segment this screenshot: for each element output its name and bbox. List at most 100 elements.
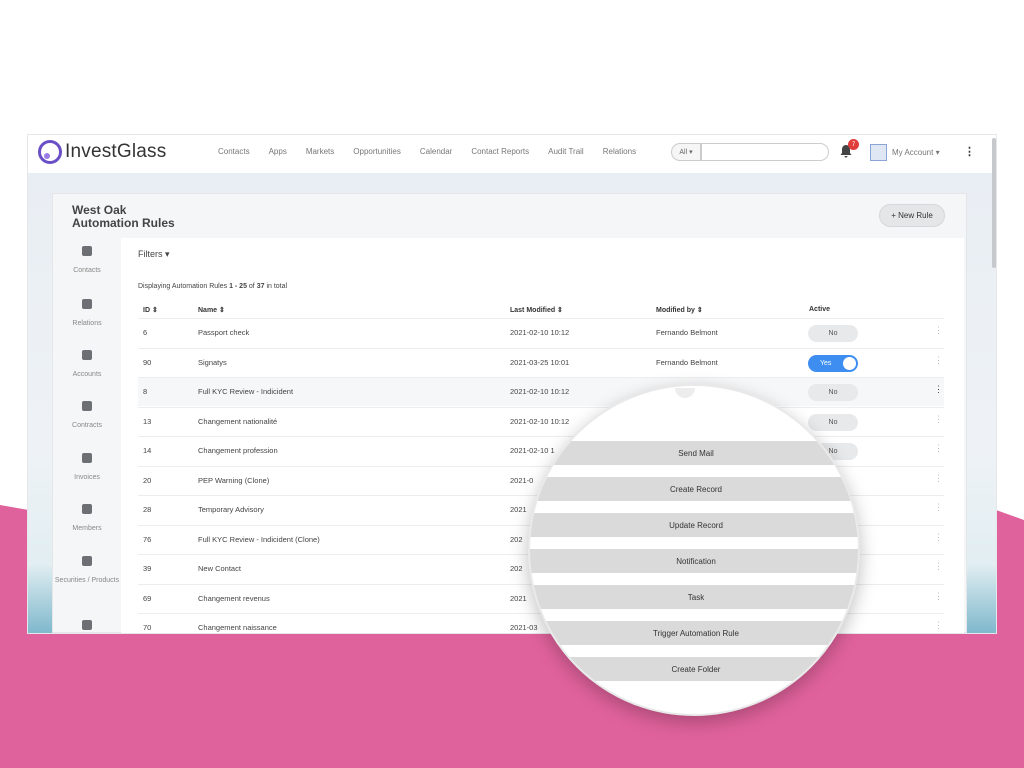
- sidebar-item-accounts[interactable]: Accounts: [53, 350, 121, 381]
- section-title: Automation Rules: [72, 216, 175, 230]
- sidebar-item-relations[interactable]: Relations: [53, 299, 121, 330]
- cell-name: PEP Warning (Clone): [198, 475, 270, 485]
- row-menu-icon[interactable]: ⋮: [934, 561, 943, 572]
- more-menu-icon[interactable]: ⋮: [964, 145, 975, 158]
- cell-modified-by: Fernando Belmont: [656, 357, 718, 367]
- sidebar-item-securities[interactable]: Securities / Products: [53, 556, 121, 587]
- sidebar-item-label: Accounts: [72, 371, 102, 378]
- row-menu-icon[interactable]: ⋮: [934, 532, 943, 543]
- cell-name: New Contact: [198, 564, 241, 573]
- summary-total: 37: [256, 283, 265, 290]
- cell-id: 8: [143, 387, 148, 396]
- row-menu-icon[interactable]: ⋮: [934, 414, 943, 425]
- table-row[interactable]: 90 Signatys 2021-03-25 10:01 Fernando Belmo…: [138, 347, 944, 377]
- active-toggle[interactable]: No: [808, 325, 858, 342]
- menu-item-create-record[interactable]: Create Record: [530, 477, 858, 501]
- menu-item-trigger-automation-rule[interactable]: Trigger Automation Rule: [530, 621, 858, 645]
- pagination-summary: Displaying Automation Rules 1 - 25 of 37…: [138, 283, 287, 290]
- menu-item-create-folder[interactable]: Create Folder: [530, 657, 858, 681]
- cell-last-modified: 2021: [510, 593, 527, 603]
- notification-badge: 7: [848, 139, 859, 150]
- avatar[interactable]: [870, 144, 887, 161]
- active-toggle[interactable]: No: [808, 384, 858, 401]
- my-account-menu[interactable]: My Account ▾: [892, 148, 940, 157]
- nav-relations[interactable]: Relations: [603, 147, 636, 156]
- search-scope-dropdown[interactable]: All ▾: [671, 143, 701, 161]
- row-menu-icon[interactable]: ⋮: [934, 502, 943, 513]
- document-icon: [82, 620, 92, 630]
- relations-icon: [82, 299, 92, 309]
- members-icon: [82, 504, 92, 514]
- securities-icon: [82, 556, 92, 566]
- column-header-modified-by[interactable]: Modified by ⇕: [656, 306, 703, 314]
- cell-id: 14: [143, 446, 152, 455]
- logo-icon: [38, 140, 62, 164]
- menu-item-notification[interactable]: Notification: [530, 549, 858, 573]
- summary-suffix: in total: [264, 283, 288, 290]
- menu-item-send-mail[interactable]: Send Mail: [530, 441, 858, 465]
- summary-prefix: Displaying Automation Rules: [138, 283, 230, 290]
- nav-contacts[interactable]: Contacts: [218, 147, 250, 156]
- summary-of: of: [246, 283, 257, 290]
- active-toggle[interactable]: No: [808, 413, 858, 431]
- sidebar-item-contacts[interactable]: Contacts: [53, 246, 121, 277]
- cell-id: 6: [143, 328, 148, 337]
- sidebar-item-label: Contacts: [73, 267, 101, 274]
- cell-name: Full KYC Review - Indicident (Clone): [198, 534, 320, 544]
- nav-audit-trail[interactable]: Audit Trail: [548, 147, 584, 156]
- users-icon: [82, 246, 92, 256]
- cell-last-modified: 2021-03-25 10:01: [510, 357, 570, 367]
- row-menu-icon[interactable]: ⋮: [934, 620, 943, 631]
- investglass-logo[interactable]: InvestGlass: [38, 140, 166, 164]
- menu-item-update-record[interactable]: Update Record: [530, 513, 858, 537]
- nav-calendar[interactable]: Calendar: [420, 147, 452, 156]
- sidebar-item-invoices[interactable]: Invoices: [53, 453, 121, 484]
- brand-name: InvestGlass: [65, 141, 167, 162]
- row-menu-icon[interactable]: ⋮: [934, 325, 943, 336]
- sidebar-item-label: Members: [72, 525, 102, 532]
- action-menu-magnifier: Send Mail Create Record Update Record No…: [528, 384, 860, 716]
- contracts-icon: [82, 401, 92, 411]
- sidebar-item-members[interactable]: Members: [53, 504, 121, 535]
- row-menu-icon[interactable]: ⋮: [934, 591, 943, 602]
- cell-last-modified: 202: [510, 564, 523, 573]
- nav-markets[interactable]: Markets: [306, 147, 334, 156]
- cell-name: Changement naissance: [198, 623, 277, 632]
- row-menu-icon[interactable]: ⋮: [934, 443, 943, 454]
- nav-opportunities[interactable]: Opportunities: [353, 147, 401, 156]
- cell-id: 69: [143, 593, 152, 603]
- cell-last-modified: 202: [510, 534, 523, 544]
- page-scrollbar[interactable]: [992, 138, 996, 268]
- summary-range: 1 - 25: [229, 283, 247, 290]
- active-toggle[interactable]: Yes: [808, 354, 858, 372]
- page-title: West Oak Automation Rules: [72, 204, 175, 230]
- cell-id: 70: [143, 623, 152, 632]
- table-row[interactable]: 13 Changement nationalité 2021-02-10 10:12…: [138, 406, 944, 436]
- cell-name: Changement revenus: [198, 593, 270, 603]
- row-menu-icon[interactable]: ⋮: [934, 384, 943, 395]
- filters-dropdown[interactable]: Filters ▾: [138, 249, 170, 260]
- row-menu-icon[interactable]: ⋮: [934, 473, 943, 484]
- sidebar-item-label: Contracts: [72, 422, 102, 429]
- search-input[interactable]: [701, 143, 829, 161]
- nav-apps[interactable]: Apps: [269, 147, 287, 156]
- table-row[interactable]: 6 Passport check 2021-02-10 10:12 Fernando …: [138, 318, 944, 347]
- invoices-icon: [82, 453, 92, 463]
- menu-item-task[interactable]: Task: [530, 585, 858, 609]
- column-header-id[interactable]: ID ⇕: [143, 306, 158, 314]
- cell-modified-by: Fernando Belmont: [656, 328, 718, 337]
- row-menu-icon[interactable]: ⋮: [934, 355, 943, 366]
- column-header-last-modified[interactable]: Last Modified ⇕: [510, 306, 563, 314]
- cell-id: 39: [143, 564, 152, 573]
- new-rule-button[interactable]: + New Rule: [879, 204, 945, 227]
- cell-name: Passport check: [198, 328, 250, 337]
- sidebar-item-documents[interactable]: [53, 620, 121, 633]
- cell-name: Changement profession: [198, 446, 278, 455]
- sidebar-item-label: Relations: [72, 320, 102, 327]
- column-header-name[interactable]: Name ⇕: [198, 306, 225, 314]
- nav-contact-reports[interactable]: Contact Reports: [471, 147, 529, 156]
- cell-name: Temporary Advisory: [198, 505, 264, 514]
- sidebar-item-contracts[interactable]: Contracts: [53, 401, 121, 432]
- table-row[interactable]: 8 Full KYC Review - Indicident 2021-02-10 …: [138, 377, 944, 406]
- accounts-icon: [82, 350, 92, 360]
